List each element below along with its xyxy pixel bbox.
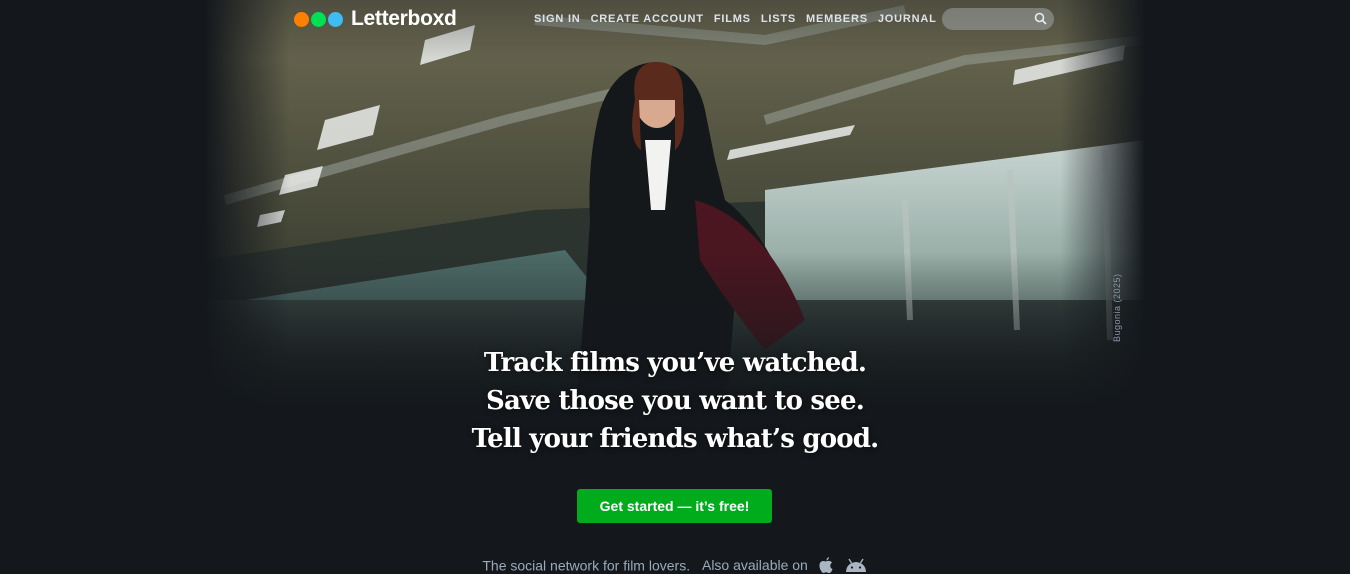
nav-members[interactable]: MEMBERS	[806, 13, 868, 25]
logo-dot-blue	[328, 11, 343, 27]
letterboxd-logo[interactable]: Letterboxd	[294, 7, 457, 31]
nav-films[interactable]: FILMS	[714, 13, 751, 25]
nav-lists[interactable]: LISTS	[761, 13, 796, 25]
logo-dot-green	[311, 11, 326, 27]
android-icon[interactable]	[844, 558, 868, 573]
apple-icon[interactable]	[818, 556, 834, 574]
hero-headline: Track films you’ve watched. Save those y…	[0, 344, 1350, 458]
nav-sign-in[interactable]: SIGN IN	[534, 13, 581, 25]
main-nav: SIGN IN CREATE ACCOUNT FILMS LISTS MEMBE…	[534, 13, 947, 25]
search-icon[interactable]	[1034, 12, 1047, 25]
tagline-text: The social network for film lovers.	[482, 557, 691, 574]
search-input[interactable]	[942, 8, 1054, 30]
logo-wordmark: Letterboxd	[351, 7, 457, 30]
nav-journal[interactable]: JOURNAL	[878, 13, 937, 25]
hero-line-2: Save those you want to see.	[486, 386, 865, 416]
hero-line-3: Tell your friends what’s good.	[471, 424, 880, 454]
get-started-button[interactable]: Get started — it’s free!	[577, 489, 772, 523]
available-on-text: Also available on	[701, 557, 808, 574]
logo-dot-orange	[294, 11, 309, 27]
footer-tagline: The social network for film lovers. Also…	[0, 556, 1350, 574]
nav-create-account[interactable]: CREATE ACCOUNT	[591, 13, 704, 25]
site-header: Letterboxd SIGN IN CREATE ACCOUNT FILMS …	[0, 0, 1350, 38]
backdrop-credit[interactable]: Bugonia (2025)	[1112, 273, 1122, 342]
hero-line-1: Track films you’ve watched.	[483, 348, 867, 378]
